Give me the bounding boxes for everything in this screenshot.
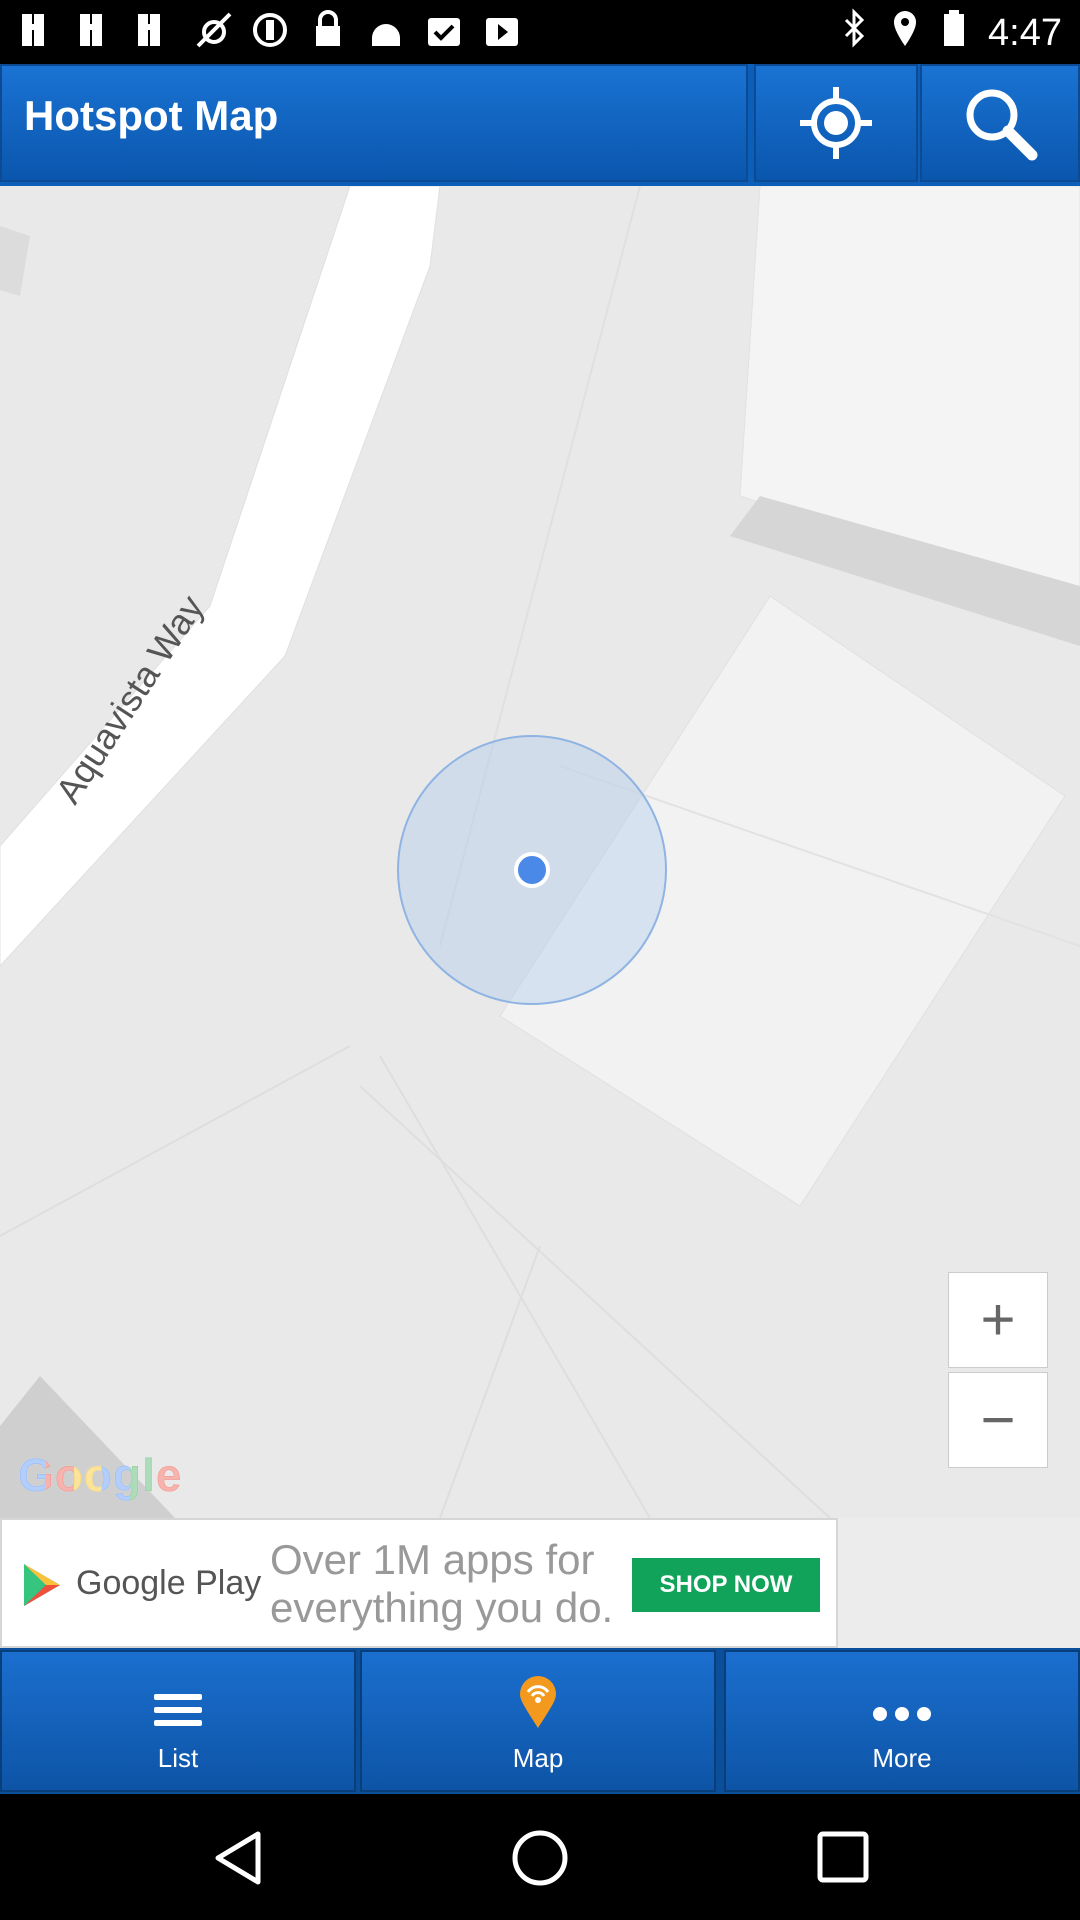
my-location-button[interactable] — [754, 64, 918, 182]
fake-gps-icon — [194, 10, 232, 50]
notification-icon — [78, 10, 114, 50]
ad-text: Over 1M apps for everything you do. — [270, 1536, 613, 1632]
more-dots-icon — [870, 1704, 934, 1729]
status-bar: 4:47 — [0, 0, 1080, 64]
ad-content[interactable]: Google Play Over 1M apps for everything … — [0, 1518, 838, 1648]
hotspot-pin-icon — [516, 1674, 560, 1735]
notification-icon — [136, 10, 172, 50]
lock-icon — [310, 10, 346, 50]
notification-icons — [20, 10, 520, 50]
ad-banner[interactable]: Google Play Over 1M apps for everything … — [0, 1518, 1080, 1648]
notification-icon — [20, 10, 56, 50]
battery-icon — [942, 8, 966, 58]
android-icon — [368, 10, 404, 50]
search-button[interactable] — [920, 64, 1080, 182]
system-status: 4:47 — [842, 8, 1062, 58]
tab-label: List — [157, 1743, 199, 1773]
recents-icon — [817, 1831, 869, 1883]
map-tiles: Aquavista Way — [0, 186, 1080, 1518]
location-icon — [890, 8, 920, 58]
current-location-dot — [514, 852, 550, 888]
system-navigation-bar — [0, 1794, 1080, 1920]
google-logo: Google — [18, 1449, 183, 1501]
zoom-in-label: + — [980, 1286, 1016, 1353]
shop-now-button[interactable]: SHOP NOW — [632, 1558, 820, 1612]
back-button[interactable] — [210, 1828, 266, 1893]
play-store-icon — [484, 10, 520, 50]
map-view[interactable]: Aquavista Way + − Google — [0, 186, 1080, 1518]
alert-icon — [252, 10, 288, 50]
tab-list[interactable]: List — [0, 1650, 356, 1792]
zoom-out-label: − — [980, 1386, 1016, 1453]
crosshair-icon — [800, 87, 872, 159]
tab-label: More — [872, 1743, 932, 1773]
bottom-navigation: List Map More — [0, 1648, 1080, 1794]
ad-line2: everything you do. — [270, 1584, 614, 1631]
ad-line1: Over 1M apps for — [270, 1536, 595, 1583]
back-icon — [215, 1831, 261, 1885]
search-icon — [966, 89, 1038, 161]
recents-button[interactable] — [816, 1830, 872, 1891]
ad-store-name: Google Play — [76, 1564, 262, 1602]
google-play-icon — [24, 1564, 60, 1606]
task-icon — [426, 10, 462, 50]
app-bar: Hotspot Map — [0, 64, 1080, 186]
title-container: Hotspot Map — [0, 64, 748, 182]
tab-map[interactable]: Map — [360, 1650, 716, 1792]
home-button[interactable] — [510, 1828, 570, 1893]
home-icon — [512, 1830, 568, 1886]
bluetooth-icon — [842, 8, 868, 58]
tab-label: Map — [512, 1743, 564, 1773]
google-attribution: Google — [18, 1448, 182, 1502]
tab-more[interactable]: More — [724, 1650, 1080, 1792]
status-time: 4:47 — [988, 11, 1062, 54]
menu-icon — [150, 1688, 206, 1737]
zoom-in-button[interactable]: + — [948, 1272, 1048, 1368]
page-title: Hotspot Map — [24, 92, 279, 139]
zoom-out-button[interactable]: − — [948, 1372, 1048, 1468]
